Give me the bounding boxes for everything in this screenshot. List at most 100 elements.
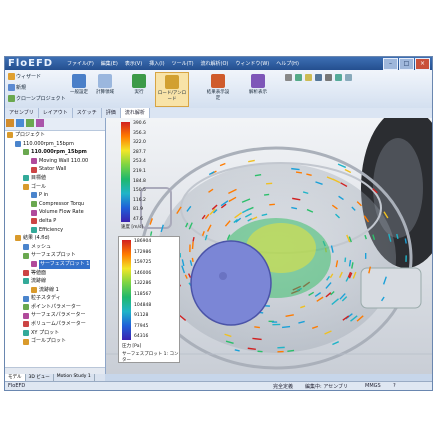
legend-value: 219.1 bbox=[133, 169, 146, 174]
tree-item[interactable]: XY プロット bbox=[5, 329, 105, 338]
menu-flow-analysis[interactable]: 流れ解析(O) bbox=[199, 59, 231, 68]
select-icon[interactable] bbox=[285, 74, 292, 81]
help-icon[interactable]: ? bbox=[393, 383, 396, 389]
general-settings-button[interactable]: 一般設定 bbox=[67, 72, 91, 105]
tab-sketch[interactable]: スケッチ bbox=[73, 108, 102, 118]
tree-item[interactable]: 結果 (4.fld) bbox=[5, 234, 105, 243]
tree-node-icon bbox=[23, 321, 29, 328]
new-button[interactable]: 新規 bbox=[8, 84, 26, 91]
tree-item[interactable]: サーフェスパラメーター bbox=[5, 311, 105, 320]
tree-item[interactable]: Volume Flow Rate bbox=[5, 208, 105, 217]
tree-item[interactable]: Efficiency bbox=[5, 226, 105, 235]
tree-item[interactable]: 粒子スタディ bbox=[5, 294, 105, 303]
wizard-label: ウィザード bbox=[16, 74, 42, 80]
tree-node-icon bbox=[23, 312, 29, 319]
tree-node-icon bbox=[31, 158, 37, 165]
legend-value: 253.4 bbox=[133, 159, 146, 165]
tree-item[interactable]: Stator Wall bbox=[5, 165, 105, 174]
folder-icon[interactable] bbox=[305, 74, 312, 81]
tab-model[interactable]: モデル bbox=[5, 374, 26, 381]
calc-domain-button[interactable]: 計算領域 bbox=[93, 72, 117, 105]
impeller-disk bbox=[190, 240, 272, 326]
config-icon[interactable] bbox=[26, 119, 34, 127]
save-icon[interactable] bbox=[315, 74, 322, 81]
horizontal-scrollbar[interactable] bbox=[5, 367, 105, 374]
tab-layout[interactable]: レイアウト bbox=[39, 108, 73, 118]
close-button[interactable]: × bbox=[415, 58, 430, 70]
tab-evaluate[interactable]: 評価 bbox=[102, 108, 121, 118]
menu-insert[interactable]: 挿入(I) bbox=[147, 59, 166, 68]
velocity-caption: 速度 [m/s] bbox=[121, 225, 144, 230]
load-results-button[interactable]: ロード/アンロード bbox=[155, 72, 189, 107]
tree-item[interactable]: delta P bbox=[5, 217, 105, 226]
wizard-button[interactable]: ウィザード bbox=[8, 73, 41, 80]
flow-arrow bbox=[295, 171, 303, 174]
options-icon[interactable] bbox=[345, 74, 352, 81]
status-units[interactable]: MMGS bbox=[365, 383, 381, 389]
tab-flow-analysis[interactable]: 流れ解析 bbox=[120, 108, 150, 118]
result-display-button[interactable]: 解析表示 bbox=[245, 72, 271, 105]
tree-item[interactable]: 110.000rpm_15bpm bbox=[5, 148, 105, 157]
tab-motion-study[interactable]: Motion Study 1 bbox=[54, 374, 95, 381]
flow-arrow bbox=[291, 167, 300, 171]
status-definition: 完全定義 bbox=[273, 384, 294, 390]
legend-value: 390.6 bbox=[133, 121, 146, 126]
analysis-tree-icon[interactable] bbox=[36, 119, 44, 127]
print-icon[interactable] bbox=[325, 74, 332, 81]
tree-item[interactable]: 流跡線 bbox=[5, 277, 105, 286]
tree-item[interactable]: 流跡線 1 bbox=[5, 286, 105, 295]
menu-file[interactable]: ファイル(F) bbox=[65, 59, 96, 68]
tree-item[interactable]: プロジェクト bbox=[5, 131, 105, 140]
tree-node-icon bbox=[23, 338, 29, 345]
menu-window[interactable]: ウィンドウ(W) bbox=[233, 59, 271, 68]
command-manager: ウィザード 新規 クローンプロジェクト 一般設定 計算領域 実行 ロード/アンロ… bbox=[5, 70, 432, 109]
tree-node-icon bbox=[23, 269, 29, 276]
tree-item[interactable]: ポイントパラメーター bbox=[5, 303, 105, 312]
domain-icon bbox=[98, 74, 112, 88]
tab-3d-view[interactable]: 3D ビュー bbox=[26, 374, 54, 381]
tree-item[interactable]: 等値面 bbox=[5, 269, 105, 278]
velocity-colorbar bbox=[121, 122, 130, 222]
tree-item-label: ボリュームパラメーター bbox=[31, 321, 86, 328]
tree-item[interactable]: ボリュームパラメーター bbox=[5, 320, 105, 329]
flow-arrow bbox=[219, 162, 226, 167]
menu-view[interactable]: 表示(V) bbox=[123, 59, 144, 68]
clone-project-button[interactable]: クローンプロジェクト bbox=[8, 95, 66, 102]
tree-node-icon bbox=[23, 278, 29, 285]
tree-item[interactable]: ゴールプロット bbox=[5, 337, 105, 346]
tree-item[interactable]: 110.000rpm_15bpm bbox=[5, 140, 105, 149]
panel-icons bbox=[5, 118, 105, 131]
new-icon bbox=[8, 84, 15, 91]
tree-node-icon bbox=[23, 329, 29, 336]
feature-tree-icon[interactable] bbox=[6, 119, 14, 127]
tree-item[interactable]: Moving Wall 110.00 bbox=[5, 157, 105, 166]
minimize-button[interactable]: – bbox=[383, 58, 398, 70]
legend-value: 146006 bbox=[134, 270, 152, 276]
menu-tools[interactable]: ツール(T) bbox=[170, 59, 196, 68]
tree-node-icon bbox=[23, 244, 29, 251]
result-options-button[interactable]: 結果表示設定 bbox=[205, 72, 231, 105]
tree-item[interactable]: メッシュ bbox=[5, 243, 105, 252]
tree-item-label: 等値面 bbox=[31, 269, 47, 276]
flow-arrow bbox=[404, 238, 407, 244]
property-icon[interactable] bbox=[16, 119, 24, 127]
menu-edit[interactable]: 編集(E) bbox=[99, 59, 120, 68]
graphics-viewport[interactable]: 390.6 356.3 322.0 287.7 253.4 219.1 184.8 150.5… bbox=[106, 118, 432, 374]
tree-item[interactable]: ゴール bbox=[5, 183, 105, 192]
tab-assembly[interactable]: アセンブリ bbox=[5, 108, 39, 118]
maximize-button[interactable]: □ bbox=[399, 58, 414, 70]
legend-value: 186904 bbox=[134, 239, 152, 244]
tree-item[interactable]: 目標値 bbox=[5, 174, 105, 183]
tree-item[interactable]: P in bbox=[5, 191, 105, 200]
menu-help[interactable]: ヘルプ(H) bbox=[274, 59, 301, 68]
hub-center bbox=[219, 272, 227, 280]
wizard-icon bbox=[8, 73, 15, 80]
tree-item[interactable]: サーフェスプロット 1 bbox=[5, 259, 105, 269]
solve-button[interactable]: 実行 bbox=[127, 72, 151, 105]
undo-icon[interactable] bbox=[335, 74, 342, 81]
tree-item[interactable]: Compressor Torqu bbox=[5, 200, 105, 209]
rebuild-icon[interactable] bbox=[295, 74, 302, 81]
legend-value: 132286 bbox=[134, 281, 152, 287]
tree-item[interactable]: サーフェスプロット bbox=[5, 251, 105, 260]
tree-item-label: サーフェスプロット 1 bbox=[39, 259, 91, 269]
